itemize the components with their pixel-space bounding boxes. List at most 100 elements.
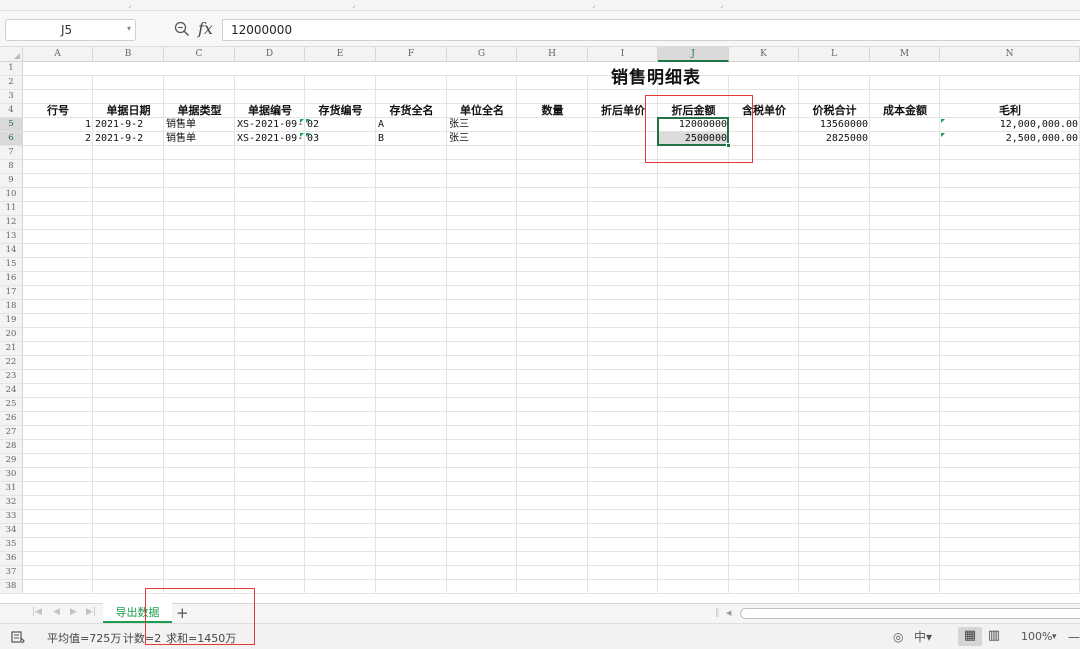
table-cell[interactable]: 2,500,000.00 xyxy=(940,132,1080,146)
fx-icon[interactable]: fx xyxy=(198,19,213,38)
error-indicator-icon[interactable] xyxy=(306,119,310,123)
row-header-27[interactable]: 27 xyxy=(0,426,23,440)
scroll-left-icon[interactable]: ◀ xyxy=(726,607,731,620)
table-cell[interactable]: 销售单 xyxy=(164,132,235,146)
row-header-8[interactable]: 8 xyxy=(0,160,23,174)
row-header-30[interactable]: 30 xyxy=(0,468,23,482)
row-header-28[interactable]: 28 xyxy=(0,440,23,454)
row-header-32[interactable]: 32 xyxy=(0,496,23,510)
row-header-24[interactable]: 24 xyxy=(0,384,23,398)
row-header-21[interactable]: 21 xyxy=(0,342,23,356)
column-header-m[interactable]: M xyxy=(870,47,940,62)
row-header-11[interactable]: 11 xyxy=(0,202,23,216)
header-cell[interactable]: 毛利 xyxy=(940,104,1080,118)
header-cell[interactable]: 单位全名 xyxy=(447,104,517,118)
ribbon-launcher-icon[interactable]: ⌟ xyxy=(592,1,595,9)
row-header-20[interactable]: 20 xyxy=(0,328,23,342)
row-header-17[interactable]: 17 xyxy=(0,286,23,300)
column-header-a[interactable]: A xyxy=(23,47,93,62)
table-cell[interactable]: A xyxy=(376,118,447,132)
header-cell[interactable]: 数量 xyxy=(517,104,588,118)
row-header-18[interactable]: 18 xyxy=(0,300,23,314)
error-indicator-icon[interactable] xyxy=(941,119,945,123)
table-cell[interactable]: 2825000 xyxy=(799,132,870,146)
header-cell[interactable]: 价税合计 xyxy=(799,104,870,118)
header-cell[interactable]: 单据日期 xyxy=(93,104,164,118)
column-header-f[interactable]: F xyxy=(376,47,447,62)
zoom-level[interactable]: 100% xyxy=(1021,628,1052,646)
error-indicator-icon[interactable] xyxy=(941,133,945,137)
prev-sheet-icon[interactable]: ◀ xyxy=(53,607,60,617)
row-header-33[interactable]: 33 xyxy=(0,510,23,524)
column-header-k[interactable]: K xyxy=(729,47,799,62)
table-cell[interactable] xyxy=(517,118,588,132)
header-cell[interactable]: 单据编号 xyxy=(235,104,305,118)
row-header-6[interactable]: 6 xyxy=(0,132,23,146)
first-sheet-icon[interactable]: |◀ xyxy=(32,607,42,617)
column-header-l[interactable]: L xyxy=(799,47,870,62)
column-header-n[interactable]: N xyxy=(940,47,1080,62)
header-cell[interactable]: 存货编号 xyxy=(305,104,376,118)
table-cell[interactable]: XS-2021-09- xyxy=(235,132,305,146)
table-cell[interactable]: 12,000,000.00 xyxy=(940,118,1080,132)
table-cell[interactable]: 销售单 xyxy=(164,118,235,132)
eye-protect-icon[interactable]: ◎ xyxy=(893,628,903,646)
row-header-7[interactable]: 7 xyxy=(0,146,23,160)
ribbon-launcher-icon[interactable]: ⌟ xyxy=(352,1,355,9)
row-header-16[interactable]: 16 xyxy=(0,272,23,286)
select-all-corner[interactable] xyxy=(0,47,23,62)
row-header-31[interactable]: 31 xyxy=(0,482,23,496)
row-header-1[interactable]: 1 xyxy=(0,62,23,76)
horizontal-scrollbar[interactable]: ◀ xyxy=(726,607,1080,620)
column-header-e[interactable]: E xyxy=(305,47,376,62)
row-header-14[interactable]: 14 xyxy=(0,244,23,258)
table-cell[interactable]: 13560000 xyxy=(799,118,870,132)
table-cell[interactable] xyxy=(870,118,940,132)
row-header-15[interactable]: 15 xyxy=(0,258,23,272)
row-header-9[interactable]: 9 xyxy=(0,174,23,188)
next-sheet-icon[interactable]: ▶ xyxy=(70,607,77,617)
row-header-2[interactable]: 2 xyxy=(0,76,23,90)
row-header-26[interactable]: 26 xyxy=(0,412,23,426)
column-header-c[interactable]: C xyxy=(164,47,235,62)
row-header-22[interactable]: 22 xyxy=(0,356,23,370)
row-header-10[interactable]: 10 xyxy=(0,188,23,202)
table-cell[interactable]: 03 xyxy=(305,132,376,146)
header-cell[interactable]: 行号 xyxy=(23,104,93,118)
column-header-i[interactable]: I xyxy=(588,47,658,62)
table-cell[interactable]: 张三 xyxy=(447,132,517,146)
last-sheet-icon[interactable]: ▶| xyxy=(86,607,96,617)
table-cell[interactable]: 2021-9-2 xyxy=(93,118,164,132)
row-header-35[interactable]: 35 xyxy=(0,538,23,552)
input-method-icon[interactable]: 中▾ xyxy=(914,628,932,646)
error-indicator-icon[interactable] xyxy=(306,133,310,137)
table-cell[interactable]: 张三 xyxy=(447,118,517,132)
zoom-dropdown-icon[interactable]: ▾ xyxy=(1052,628,1057,646)
row-header-38[interactable]: 38 xyxy=(0,580,23,594)
error-indicator-icon[interactable] xyxy=(300,119,304,123)
row-header-5[interactable]: 5 xyxy=(0,118,23,132)
row-header-19[interactable]: 19 xyxy=(0,314,23,328)
name-box[interactable]: J5 ▾ xyxy=(5,19,136,41)
row-header-12[interactable]: 12 xyxy=(0,216,23,230)
row-header-23[interactable]: 23 xyxy=(0,370,23,384)
header-cell[interactable]: 成本金额 xyxy=(870,104,940,118)
error-indicator-icon[interactable] xyxy=(300,133,304,137)
table-cell[interactable]: B xyxy=(376,132,447,146)
header-cell[interactable]: 存货全名 xyxy=(376,104,447,118)
header-cell[interactable]: 单据类型 xyxy=(164,104,235,118)
column-header-h[interactable]: H xyxy=(517,47,588,62)
zoom-out-icon[interactable]: — xyxy=(1068,628,1080,646)
column-header-b[interactable]: B xyxy=(93,47,164,62)
row-header-29[interactable]: 29 xyxy=(0,454,23,468)
table-cell[interactable]: 02 xyxy=(305,118,376,132)
table-cell[interactable]: 2 xyxy=(23,132,93,146)
page-layout-view-icon[interactable]: ▥ xyxy=(982,627,1006,646)
row-header-3[interactable]: 3 xyxy=(0,90,23,104)
chevron-down-icon[interactable]: ▾ xyxy=(127,24,131,33)
row-header-4[interactable]: 4 xyxy=(0,104,23,118)
row-header-13[interactable]: 13 xyxy=(0,230,23,244)
split-handle[interactable]: ‖ xyxy=(715,608,720,618)
column-header-j[interactable]: J xyxy=(658,47,729,62)
normal-view-icon[interactable]: ▦ xyxy=(958,627,982,646)
